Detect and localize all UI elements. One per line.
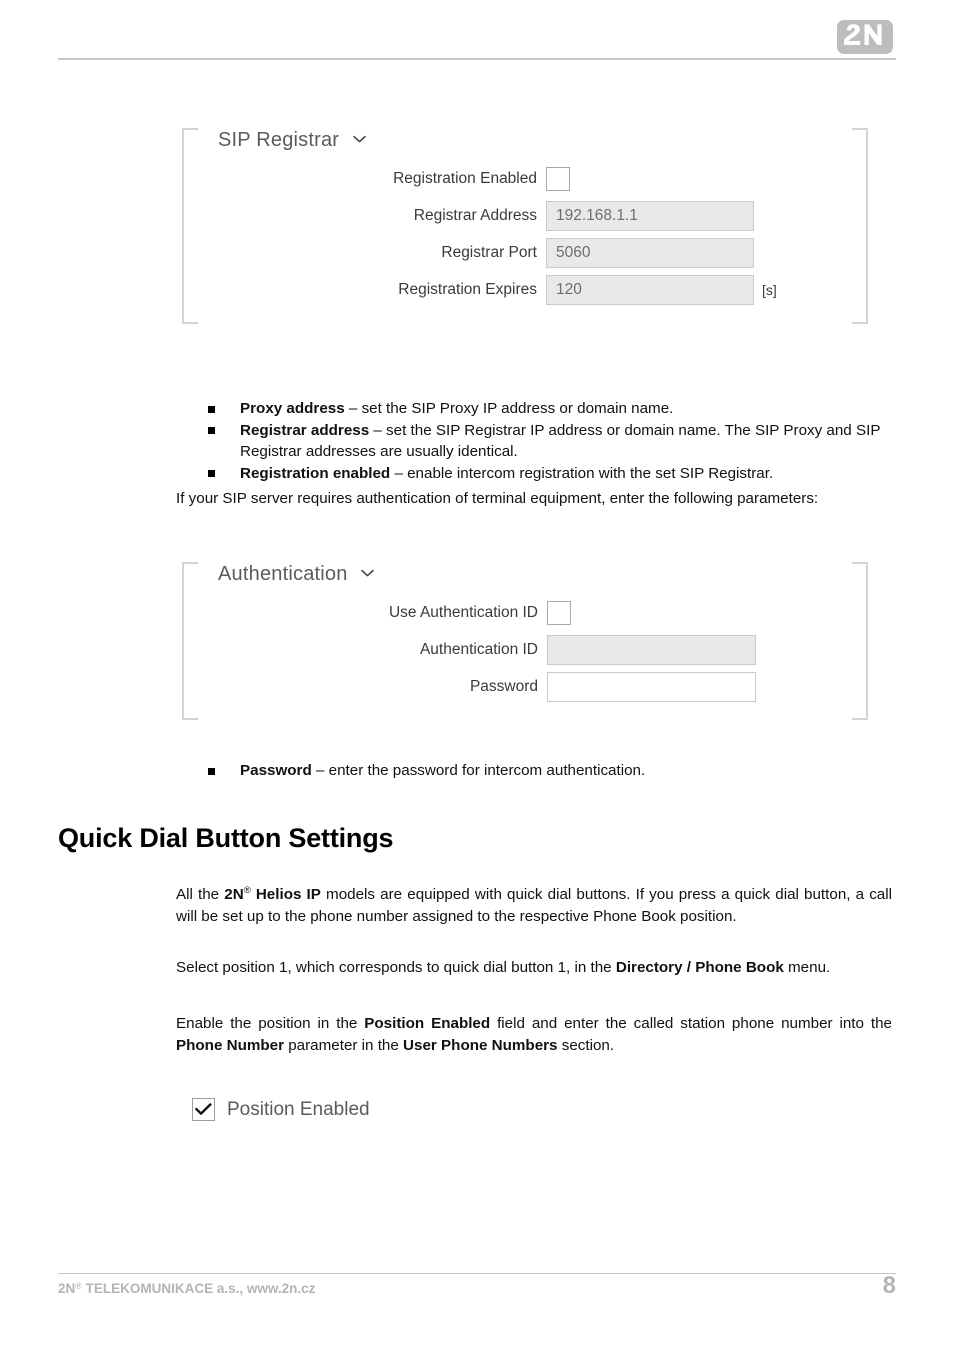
paragraph-select-p1: Select position 1, which corresponds to … <box>176 959 616 976</box>
position-enabled-widget[interactable]: Position Enabled <box>192 1098 370 1121</box>
sip-registrar-panel: SIP Registrar Registration Enabled Regis… <box>182 128 868 324</box>
paragraph-enable-p3: parameter in the <box>284 1036 404 1054</box>
list-item: Registration enabled – enable intercom r… <box>176 463 892 485</box>
input-registrar-port[interactable]: 5060 <box>546 238 754 268</box>
authentication-title[interactable]: Authentication <box>218 560 375 586</box>
list-item-desc: – set the SIP Proxy IP address or domain… <box>344 400 674 417</box>
footer-registered-mark: ® <box>75 1281 82 1291</box>
bullet-list-password: Password – enter the password for interc… <box>176 760 892 782</box>
panel-bracket-right <box>852 128 868 324</box>
paragraph-auth-intro: If your SIP server requires authenticati… <box>176 490 819 507</box>
2n-logo-icon <box>837 20 893 54</box>
bullet-list-sip: Proxy address – set the SIP Proxy IP add… <box>176 398 892 484</box>
footer-company-2n: 2N <box>58 1281 76 1296</box>
chevron-down-icon[interactable] <box>361 560 375 583</box>
label-password: Password <box>469 678 538 695</box>
list-item-term: Registrar address <box>240 421 370 439</box>
list-item-text: Password – enter the password for interc… <box>240 760 892 782</box>
sip-registrar-title-text: SIP Registrar <box>218 129 340 151</box>
paragraph-select-position: Select position 1, which corresponds to … <box>176 957 892 979</box>
list-item-text: Registrar address – set the SIP Registra… <box>240 420 892 463</box>
form-row-password: Password <box>182 672 756 702</box>
form-row-authentication-id: Authentication ID <box>182 635 756 665</box>
label-registration-enabled: Registration Enabled <box>393 170 537 187</box>
chevron-down-icon[interactable] <box>353 126 366 149</box>
section-user-phone-numbers: User Phone Numbers <box>403 1036 558 1054</box>
checkbox-position-enabled[interactable] <box>192 1098 215 1121</box>
sip-registrar-title[interactable]: SIP Registrar <box>218 126 366 152</box>
label-registrar-port: Registrar Port <box>441 244 537 261</box>
input-password[interactable] <box>547 672 756 702</box>
bullet-square-icon <box>208 470 215 477</box>
list-item-term: Password <box>240 762 312 779</box>
brand-2n: 2N <box>224 886 244 903</box>
authentication-panel: Authentication Use Authentication ID Aut… <box>182 562 868 720</box>
page-header <box>0 0 954 62</box>
list-item: Proxy address – set the SIP Proxy IP add… <box>176 398 892 420</box>
paragraph-enable-p1: Enable the position in the <box>176 1015 365 1032</box>
label-authentication-id: Authentication ID <box>419 641 538 658</box>
list-item-term: Registration enabled <box>240 464 391 482</box>
list-item: Registrar address – set the SIP Registra… <box>176 420 892 463</box>
page-title: Quick Dial Button Settings <box>58 823 394 853</box>
list-item-text: Registration enabled – enable intercom r… <box>240 463 892 485</box>
label-registration-expires: Registration Expires <box>398 281 537 298</box>
list-item-term: Proxy address <box>240 400 345 417</box>
list-item-text: Proxy address – set the SIP Proxy IP add… <box>240 398 892 420</box>
form-row-registration-expires: Registration Expires 120 [s] <box>182 275 777 305</box>
authentication-title-text: Authentication <box>218 563 348 585</box>
paragraph-enable-p4: section. <box>557 1036 615 1054</box>
footer-company: 2N® TELEKOMUNIKACE a.s., www.2n.cz <box>58 1281 315 1296</box>
label-use-authentication-id: Use Authentication ID <box>388 604 538 621</box>
brand-helios-ip: Helios IP <box>250 886 321 903</box>
list-item: Password – enter the password for interc… <box>176 760 892 782</box>
form-row-registration-enabled: Registration Enabled <box>182 164 570 194</box>
header-divider <box>58 58 896 60</box>
list-item-desc: – enter the password for intercom authen… <box>311 762 646 779</box>
paragraph-enable-position: Enable the position in the Position Enab… <box>176 1013 892 1056</box>
panel-bracket-right <box>852 562 868 720</box>
registered-mark: ® <box>243 885 251 896</box>
input-registrar-address[interactable]: 192.168.1.1 <box>546 201 754 231</box>
position-enabled-label: Position Enabled <box>227 1098 370 1120</box>
bullet-square-icon <box>208 767 215 775</box>
page-number: 8 <box>882 1272 896 1299</box>
form-row-use-authentication-id: Use Authentication ID <box>182 598 571 628</box>
param-phone-number: Phone Number <box>176 1036 285 1054</box>
checkbox-use-authentication-id[interactable] <box>547 601 571 625</box>
form-row-registrar-address: Registrar Address 192.168.1.1 <box>182 201 754 231</box>
checkbox-registration-enabled[interactable] <box>546 167 570 191</box>
bullet-square-icon <box>208 427 215 434</box>
bullet-square-icon <box>208 405 215 413</box>
field-position-enabled: Position Enabled <box>364 1015 491 1032</box>
unit-seconds: [s] <box>762 282 777 298</box>
paragraph-models-p1: All the <box>176 886 225 903</box>
footer-divider <box>58 1273 896 1274</box>
list-item-desc: – enable intercom registration with the … <box>390 464 774 482</box>
form-row-registrar-port: Registrar Port 5060 <box>182 238 754 268</box>
label-registrar-address: Registrar Address <box>413 207 537 224</box>
checkmark-icon <box>195 1103 212 1116</box>
input-authentication-id[interactable] <box>547 635 756 665</box>
paragraph-models: All the 2N® Helios IP models are equippe… <box>176 880 892 927</box>
paragraph-enable-p2: field and enter the called station phone… <box>490 1015 892 1032</box>
menu-directory-phone-book: Directory / Phone Book <box>615 959 784 976</box>
paragraph-select-p2: menu. <box>783 959 831 976</box>
footer-company-rest: TELEKOMUNIKACE a.s., www.2n.cz <box>81 1281 316 1296</box>
input-registration-expires[interactable]: 120 <box>546 275 754 305</box>
